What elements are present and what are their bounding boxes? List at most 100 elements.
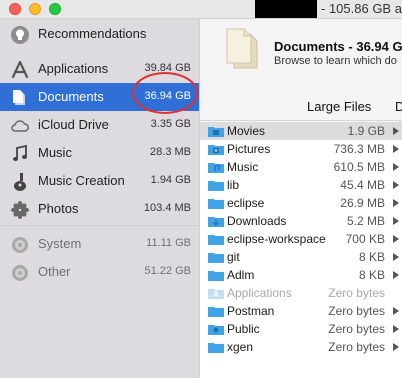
lightbulb-icon bbox=[11, 26, 29, 44]
folder-icon bbox=[208, 253, 224, 263]
sidebar-item-size: 28.3 MB bbox=[150, 146, 191, 158]
photos-icon bbox=[11, 201, 29, 219]
sidebar-item-size: 11.11 GB bbox=[146, 237, 191, 249]
sidebar-item-label: Other bbox=[38, 264, 71, 279]
file-name: Music bbox=[227, 160, 259, 174]
file-size: Zero bytes bbox=[328, 304, 385, 318]
title-bar: - 105.86 GB av bbox=[0, 0, 402, 19]
sidebar-item-system[interactable]: System 11.11 GB bbox=[0, 230, 199, 258]
movies-folder-icon bbox=[208, 127, 224, 137]
file-list: Movies 1.9 GB Pictures 736.3 MB Music 61… bbox=[200, 122, 402, 378]
expand-arrow-icon[interactable] bbox=[393, 307, 399, 315]
file-name: eclipse-workspace bbox=[227, 232, 326, 246]
file-size: 26.9 MB bbox=[340, 196, 385, 210]
downloads-folder-icon bbox=[208, 217, 224, 227]
file-name: eclipse bbox=[227, 196, 265, 210]
list-item[interactable]: Downloads 5.2 MB bbox=[200, 212, 402, 230]
file-name: git bbox=[227, 250, 240, 264]
disk-icon bbox=[12, 265, 28, 281]
list-item[interactable]: eclipse-workspace 700 KB bbox=[200, 230, 402, 248]
tab-second[interactable]: D bbox=[395, 99, 402, 114]
folder-icon bbox=[208, 307, 224, 317]
sidebar-item-label: iCloud Drive bbox=[38, 117, 109, 132]
expand-arrow-icon[interactable] bbox=[393, 271, 399, 279]
expand-arrow-icon[interactable] bbox=[393, 145, 399, 153]
list-item[interactable]: Adlm 8 KB bbox=[200, 266, 402, 284]
tab-bar: Large Files D bbox=[200, 92, 402, 120]
file-name: Public bbox=[227, 322, 260, 336]
public-folder-icon bbox=[208, 325, 224, 335]
expand-arrow-icon[interactable] bbox=[393, 163, 399, 171]
sidebar-item-size: 103.4 MB bbox=[143, 202, 191, 214]
sidebar-item-other[interactable]: Other 51.22 GB bbox=[0, 258, 199, 286]
list-item[interactable]: Pictures 736.3 MB bbox=[200, 140, 402, 158]
sidebar-item-label: Photos bbox=[38, 201, 79, 216]
expand-arrow-icon[interactable] bbox=[393, 325, 399, 333]
folder-icon bbox=[208, 271, 224, 281]
pictures-folder-icon bbox=[208, 145, 224, 155]
file-size: 610.5 MB bbox=[333, 160, 385, 174]
music-note-icon bbox=[13, 144, 27, 161]
redacted-region bbox=[255, 0, 317, 18]
sidebar-item-label: System bbox=[38, 236, 82, 251]
page-title: Documents - 36.94 G bbox=[274, 39, 402, 54]
documents-header-icon bbox=[226, 28, 258, 69]
sidebar-item-label: Documents bbox=[38, 89, 104, 104]
cloud-icon bbox=[11, 120, 29, 132]
file-size: 700 KB bbox=[345, 232, 385, 246]
list-item[interactable]: Movies 1.9 GB bbox=[200, 122, 402, 140]
list-item[interactable]: lib 45.4 MB bbox=[200, 176, 402, 194]
expand-arrow-icon[interactable] bbox=[393, 253, 399, 261]
sidebar-item-music[interactable]: Music 28.3 MB bbox=[0, 139, 199, 167]
minimize-window-button[interactable] bbox=[29, 3, 41, 15]
list-item[interactable]: Applications Zero bytes bbox=[200, 284, 402, 302]
file-name: Postman bbox=[227, 304, 275, 318]
window-title: - 105.86 GB av bbox=[321, 1, 402, 16]
list-item[interactable]: xgen Zero bytes bbox=[200, 338, 402, 356]
file-size: 8 KB bbox=[358, 268, 385, 282]
list-item[interactable]: git 8 KB bbox=[200, 248, 402, 266]
sidebar-divider bbox=[0, 225, 199, 226]
expand-arrow-icon[interactable] bbox=[393, 343, 399, 351]
sidebar-item-music-creation[interactable]: Music Creation 1.94 GB bbox=[0, 167, 199, 195]
expand-arrow-icon[interactable] bbox=[393, 127, 399, 135]
applications-folder-icon bbox=[208, 289, 224, 299]
list-item[interactable]: eclipse 26.9 MB bbox=[200, 194, 402, 212]
list-item[interactable]: Public Zero bytes bbox=[200, 320, 402, 338]
file-size: Zero bytes bbox=[328, 322, 385, 336]
file-size: Zero bytes bbox=[328, 286, 385, 300]
file-size: Zero bytes bbox=[328, 340, 385, 354]
sidebar-item-recommendations[interactable]: Recommendations bbox=[0, 20, 199, 48]
file-size: 1.9 GB bbox=[347, 124, 385, 138]
app-store-icon bbox=[11, 60, 29, 79]
guitar-icon bbox=[14, 173, 26, 191]
folder-icon bbox=[208, 199, 224, 209]
list-item[interactable]: Postman Zero bytes bbox=[200, 302, 402, 320]
sidebar-item-size: 51.22 GB bbox=[144, 265, 191, 277]
zoom-window-button[interactable] bbox=[49, 3, 61, 15]
file-size: 45.4 MB bbox=[340, 178, 385, 192]
disk-icon bbox=[12, 237, 28, 253]
sidebar-item-size: 3.35 GB bbox=[150, 118, 191, 130]
file-name: Movies bbox=[227, 124, 266, 138]
expand-arrow-icon[interactable] bbox=[393, 199, 399, 207]
close-window-button[interactable] bbox=[9, 3, 21, 15]
music-folder-icon bbox=[208, 163, 224, 173]
file-name: xgen bbox=[227, 340, 254, 354]
expand-arrow-icon[interactable] bbox=[393, 217, 399, 225]
documents-icon bbox=[13, 90, 25, 105]
list-item[interactable]: Music 610.5 MB bbox=[200, 158, 402, 176]
sidebar-item-photos[interactable]: Photos 103.4 MB bbox=[0, 195, 199, 223]
tab-large-files[interactable]: Large Files bbox=[307, 99, 371, 114]
annotation-circle bbox=[132, 72, 198, 114]
sidebar-item-label: Applications bbox=[38, 61, 109, 76]
sidebar-item-label: Music bbox=[38, 145, 72, 160]
expand-arrow-icon[interactable] bbox=[393, 235, 399, 243]
folder-icon bbox=[208, 181, 224, 191]
file-name: Adlm bbox=[227, 268, 255, 282]
expand-arrow-icon[interactable] bbox=[393, 181, 399, 189]
file-name: Applications bbox=[227, 286, 292, 300]
sidebar-item-icloud-drive[interactable]: iCloud Drive 3.35 GB bbox=[0, 111, 199, 139]
page-subtitle: Browse to learn which do bbox=[274, 55, 397, 67]
file-size: 5.2 MB bbox=[346, 214, 385, 228]
